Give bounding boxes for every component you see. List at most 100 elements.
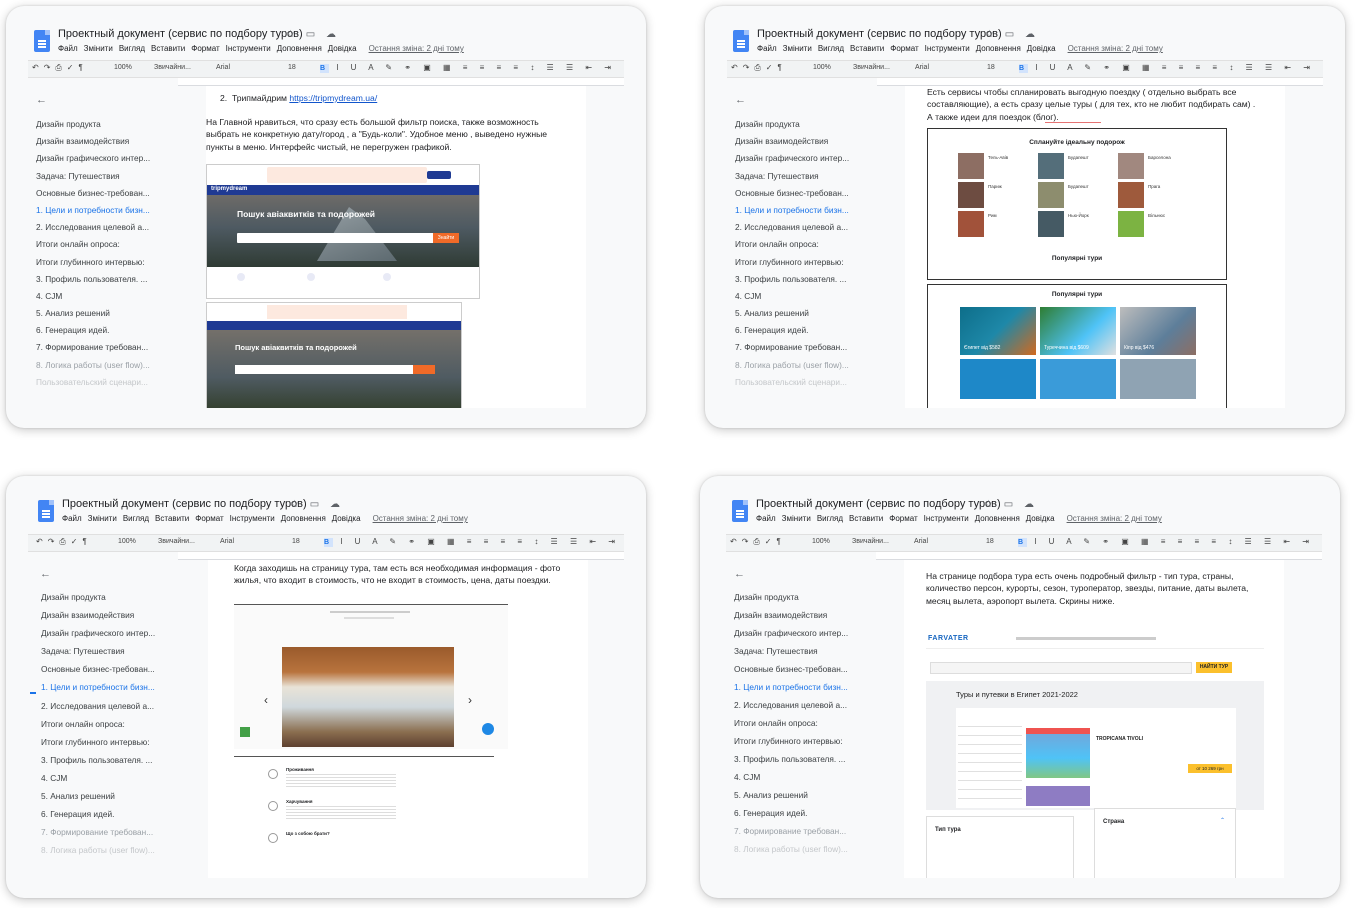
outline-item[interactable]: 4. CJM [735, 288, 875, 305]
city-card[interactable]: Париж [958, 182, 1036, 208]
bold-icon[interactable]: B [1018, 538, 1027, 547]
doc-title[interactable]: Проектный документ (сервис по подбору ту… [757, 28, 1002, 40]
menu-insert[interactable]: Вставити [155, 514, 189, 523]
doc-page[interactable]: Когда заходишь на страницу тура, там ест… [208, 560, 588, 878]
doc-title[interactable]: Проектный документ (сервис по подбору ту… [756, 498, 1001, 510]
font-size[interactable]: 18 [986, 538, 994, 545]
menu-file[interactable]: Файл [58, 44, 78, 53]
ruler[interactable] [178, 552, 624, 560]
outline-item[interactable]: 4. CJM [36, 288, 176, 305]
docs-icon[interactable] [733, 30, 749, 52]
doc-page[interactable]: На странице подбора тура есть очень подр… [904, 560, 1284, 878]
outline-item-active[interactable]: 1. Цели и потребности бизн... [41, 678, 181, 696]
menu-tools[interactable]: Інструменти [924, 514, 969, 523]
docs-icon[interactable] [732, 500, 748, 522]
next-arrow-icon[interactable]: › [468, 693, 472, 707]
outline-item[interactable]: Дизайн продукта [735, 116, 875, 133]
outline-item[interactable]: 7. Формирование требован... [36, 339, 176, 356]
font-select[interactable]: Arial [216, 64, 230, 71]
last-edit-link[interactable]: Остання зміна: 2 дні тому [369, 44, 464, 53]
menu-edit[interactable]: Змінити [84, 44, 113, 53]
back-arrow-icon[interactable]: ← [734, 568, 745, 580]
outline-item[interactable]: Основные бизнес-требован... [734, 660, 874, 678]
outline-item[interactable]: 7. Формирование требован... [41, 823, 181, 841]
menu-insert[interactable]: Вставити [850, 44, 884, 53]
doc-page[interactable]: Есть сервисы чтобы спланировать выгодную… [905, 86, 1285, 408]
menu-file[interactable]: Файл [757, 44, 777, 53]
outline-item[interactable]: Задача: Путешествия [41, 642, 181, 660]
style-select[interactable]: Звичайни... [853, 64, 890, 71]
filter-box-type[interactable]: Тип тура [926, 816, 1074, 878]
zoom-select[interactable]: 100% [812, 538, 830, 545]
outline-item[interactable]: 5. Анализ решений [734, 786, 874, 804]
docs-icon[interactable] [38, 500, 54, 522]
back-arrow-icon[interactable]: ← [735, 94, 746, 106]
star-icon[interactable]: ☆ ▭ ☁ [286, 29, 340, 40]
outline-item[interactable]: Итоги глубинного интервью: [41, 733, 181, 751]
menu-addons[interactable]: Доповнення [976, 44, 1021, 53]
tour-card[interactable]: Туреччина від $609 [1040, 307, 1116, 355]
format-icons[interactable]: B I U A ✎ ⚭ ▣ ▦ ≡ ≡ ≡ ≡ ↕ ☰ ☰ ⇤ ⇥ [1019, 63, 1315, 73]
menu-tools[interactable]: Інструменти [226, 44, 271, 53]
zoom-select[interactable]: 100% [813, 64, 831, 71]
outline-item[interactable]: 2. Исследования целевой а... [41, 697, 181, 715]
outline-item[interactable]: Основные бизнес-требован... [41, 660, 181, 678]
outline-item-active[interactable]: 1. Цели и потребности бизн... [36, 202, 176, 219]
outline-item[interactable]: Итоги онлайн опроса: [41, 715, 181, 733]
outline-item[interactable]: Итоги онлайн опроса: [734, 714, 874, 732]
city-card[interactable]: Будапешт [1038, 153, 1116, 179]
outline-item[interactable]: 7. Формирование требован... [734, 822, 874, 840]
outline-item[interactable]: 6. Генерация идей. [41, 805, 181, 823]
menu-help[interactable]: Довідка [1027, 44, 1056, 53]
menu-edit[interactable]: Змінити [88, 514, 117, 523]
tour-card[interactable]: Кіпр від $476 [1120, 307, 1196, 355]
menu-format[interactable]: Формат [890, 44, 918, 53]
outline-item[interactable]: 5. Анализ решений [735, 305, 875, 322]
menu-format[interactable]: Формат [889, 514, 917, 523]
outline-item[interactable]: 8. Логика работы (user flow)... [735, 357, 875, 374]
ruler[interactable] [876, 552, 1322, 560]
outline-item[interactable]: 8. Логика работы (user flow)... [734, 840, 874, 858]
star-icon[interactable]: ☆ ▭ ☁ [984, 499, 1038, 510]
outline-item[interactable]: Основные бизнес-требован... [36, 185, 176, 202]
outline-item[interactable]: Дизайн продукта [734, 588, 874, 606]
outline-item[interactable]: 3. Профиль пользователя. ... [41, 751, 181, 769]
outline-item[interactable]: 4. CJM [41, 769, 181, 787]
outline-item[interactable]: Дизайн графического интер... [36, 150, 176, 167]
outline-item[interactable]: Итоги глубинного интервью: [36, 254, 176, 271]
menu-view[interactable]: Вигляд [123, 514, 149, 523]
menu-tools[interactable]: Інструменти [925, 44, 970, 53]
format-icons[interactable]: B I U A ✎ ⚭ ▣ ▦ ≡ ≡ ≡ ≡ ↕ ☰ ☰ ⇤ ⇥ [320, 63, 616, 73]
undo-redo-print-icons[interactable]: ↶↷⎙✓¶ [730, 537, 786, 547]
outline-item[interactable]: Итоги онлайн опроса: [36, 236, 176, 253]
outline-item-active[interactable]: 1. Цели и потребности бизн... [734, 678, 874, 696]
undo-redo-print-icons[interactable]: ↶↷⎙✓¶ [32, 63, 88, 73]
undo-redo-print-icons[interactable]: ↶↷⎙✓¶ [36, 537, 92, 547]
star-icon[interactable]: ☆ ▭ ☁ [290, 499, 344, 510]
outline-item[interactable]: Итоги глубинного интервью: [735, 254, 875, 271]
outline-item[interactable]: 6. Генерация идей. [734, 804, 874, 822]
ruler[interactable] [178, 78, 624, 86]
bold-icon[interactable]: B [324, 538, 333, 547]
chevron-up-icon[interactable]: ⌃ [1220, 817, 1225, 824]
menu-addons[interactable]: Доповнення [277, 44, 322, 53]
outline-item[interactable]: Дизайн продукта [36, 116, 176, 133]
outline-item[interactable]: Дизайн продукта [41, 588, 181, 606]
ruler[interactable] [877, 78, 1323, 86]
outline-item[interactable]: 6. Генерация идей. [36, 322, 176, 339]
font-size[interactable]: 18 [288, 64, 296, 71]
outline-item[interactable]: Итоги онлайн опроса: [735, 236, 875, 253]
zoom-select[interactable]: 100% [118, 538, 136, 545]
outline-item[interactable]: Задача: Путешествия [735, 168, 875, 185]
menu-insert[interactable]: Вставити [849, 514, 883, 523]
outline-item[interactable]: 8. Логика работы (user flow)... [36, 357, 176, 374]
city-card[interactable]: Нью-Йорк [1038, 211, 1116, 237]
outline-item[interactable]: 2. Исследования целевой а... [734, 696, 874, 714]
find-tour-button[interactable]: НАЙТИ ТУР [1196, 662, 1232, 673]
chat-icon[interactable] [482, 723, 494, 735]
bold-icon[interactable]: B [320, 64, 329, 73]
format-icons[interactable]: B I U A ✎ ⚭ ▣ ▦ ≡ ≡ ≡ ≡ ↕ ☰ ☰ ⇤ ⇥ [324, 537, 620, 547]
outline-item[interactable]: Пользовательский сценари... [36, 374, 176, 391]
menu-edit[interactable]: Змінити [782, 514, 811, 523]
outline-item[interactable]: Дизайн графического интер... [735, 150, 875, 167]
